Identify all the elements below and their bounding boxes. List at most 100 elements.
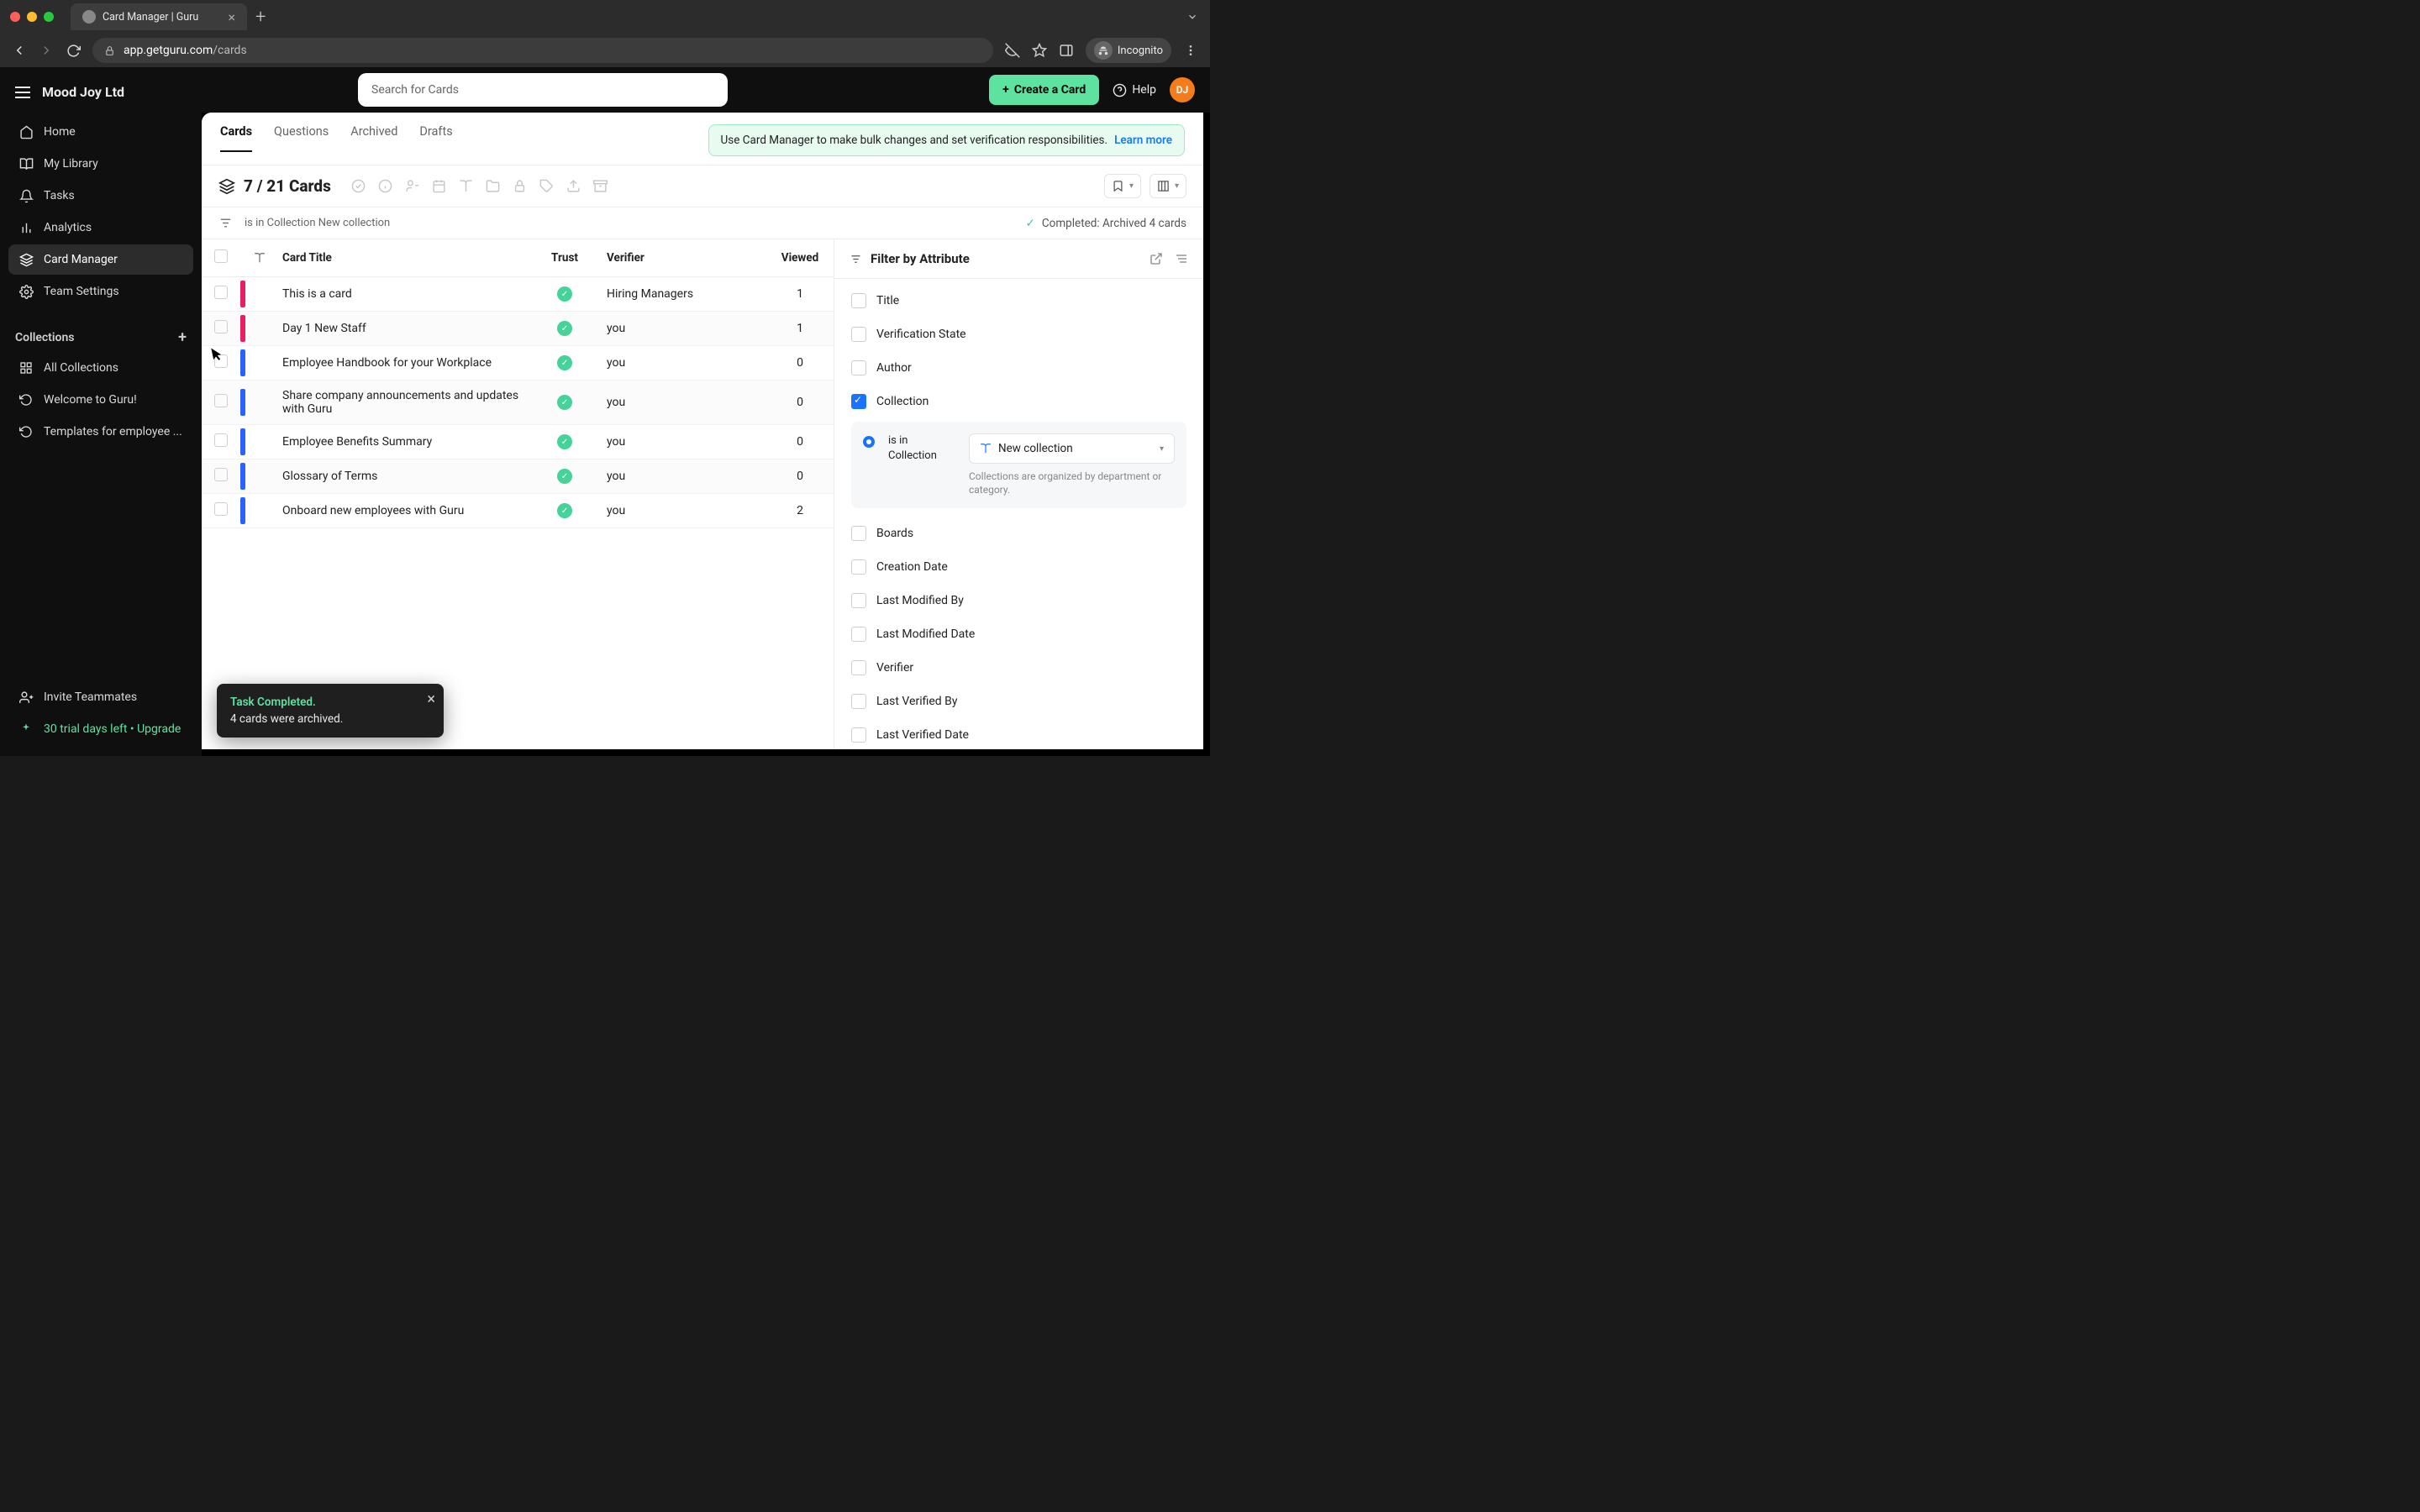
sidebar-item-my-library[interactable]: My Library (8, 149, 193, 179)
tab-cards[interactable]: Cards (220, 124, 252, 152)
checkbox[interactable] (851, 727, 866, 743)
columns-dropdown[interactable]: ▾ (1150, 174, 1186, 198)
org-name[interactable]: Mood Joy Ltd (42, 84, 124, 100)
card-title-cell[interactable]: This is a card (274, 277, 531, 312)
checkbox[interactable] (851, 360, 866, 375)
incognito-badge[interactable]: Incognito (1086, 38, 1171, 63)
checkbox[interactable] (851, 593, 866, 608)
table-row[interactable]: Share company announcements and updates … (202, 381, 834, 425)
upload-icon[interactable] (566, 179, 581, 194)
sidebar-item-all-collections[interactable]: All Collections (8, 353, 193, 383)
sidebar-item-welcome-guru[interactable]: Welcome to Guru! (8, 385, 193, 415)
row-checkbox[interactable] (202, 277, 240, 312)
card-title-cell[interactable]: Employee Benefits Summary (274, 425, 531, 459)
trust-header[interactable]: Trust (531, 239, 598, 277)
filter-attribute-boards[interactable]: Boards (838, 517, 1200, 550)
card-title-cell[interactable]: Share company announcements and updates … (274, 381, 531, 425)
row-checkbox[interactable] (202, 425, 240, 459)
filter-attribute-last-modified-date[interactable]: Last Modified Date (838, 617, 1200, 651)
forward-button[interactable] (39, 43, 54, 58)
reload-button[interactable] (66, 43, 81, 58)
checkbox[interactable] (851, 394, 866, 409)
window-controls[interactable] (10, 12, 54, 22)
info-icon[interactable] (378, 179, 393, 194)
tab-questions[interactable]: Questions (274, 124, 329, 152)
filter-attribute-author[interactable]: Author (838, 351, 1200, 385)
invite-teammates-button[interactable]: Invite Teammates (8, 682, 193, 712)
card-title-cell[interactable]: Employee Handbook for your Workplace (274, 346, 531, 381)
banner-learn-more-link[interactable]: Learn more (1114, 134, 1172, 147)
external-icon[interactable] (1150, 252, 1163, 265)
filter-attribute-verification-state[interactable]: Verification State (838, 318, 1200, 351)
checkbox[interactable] (851, 660, 866, 675)
select-all-checkbox[interactable] (202, 239, 240, 277)
kebab-menu-icon[interactable] (1183, 43, 1198, 58)
filter-attribute-verifier[interactable]: Verifier (838, 651, 1200, 685)
row-checkbox[interactable] (202, 494, 240, 528)
archive-icon[interactable] (593, 179, 608, 194)
filter-attribute-creation-date[interactable]: Creation Date (838, 550, 1200, 584)
create-card-button[interactable]: + Create a Card (989, 75, 1099, 105)
filter-attribute-last-modified-by[interactable]: Last Modified By (838, 584, 1200, 617)
collection-select[interactable]: New collection▾ (969, 433, 1175, 464)
sidebar-item-card-manager[interactable]: Card Manager (8, 244, 193, 275)
filter-attribute-title[interactable]: Title (838, 284, 1200, 318)
bookmark-dropdown[interactable]: ▾ (1104, 174, 1141, 198)
verifier-header[interactable]: Verifier (598, 239, 766, 277)
viewed-header[interactable]: Viewed (766, 239, 834, 277)
checkbox[interactable] (851, 627, 866, 642)
toast-close-button[interactable]: × (427, 690, 435, 708)
sidebar-item-templates[interactable]: Templates for employee ... (8, 417, 193, 447)
tab-overflow-icon[interactable] (1186, 11, 1198, 23)
filter-attribute-last-verified-by[interactable]: Last Verified By (838, 685, 1200, 718)
tab-drafts[interactable]: Drafts (419, 124, 452, 152)
row-checkbox[interactable] (202, 459, 240, 494)
avatar[interactable]: DJ (1170, 77, 1195, 102)
close-window-icon[interactable] (10, 12, 20, 22)
card-title-cell[interactable]: Day 1 New Staff (274, 312, 531, 346)
eye-off-icon[interactable] (1005, 43, 1020, 58)
checkbox[interactable] (851, 694, 866, 709)
browser-tab[interactable]: Card Manager | Guru × (71, 3, 247, 30)
checkbox[interactable] (851, 327, 866, 342)
filter-icon[interactable] (218, 216, 233, 230)
collapse-icon[interactable] (1175, 252, 1188, 265)
folder-icon[interactable] (486, 179, 501, 194)
sidebar-item-tasks[interactable]: Tasks (8, 181, 193, 211)
table-row[interactable]: Employee Handbook for your Workplace✓you… (202, 346, 834, 381)
trial-upgrade-button[interactable]: 30 trial days left • Upgrade (8, 714, 193, 744)
radio-is-in-collection[interactable] (863, 436, 875, 448)
check-circle-icon[interactable] (351, 179, 366, 194)
card-title-cell[interactable]: Glossary of Terms (274, 459, 531, 494)
add-collection-button[interactable]: + (178, 328, 187, 346)
row-checkbox[interactable] (202, 381, 240, 425)
checkbox[interactable] (851, 559, 866, 575)
sidebar-item-analytics[interactable]: Analytics (8, 213, 193, 243)
url-field[interactable]: app.getguru.com/cards (92, 38, 993, 63)
new-tab-button[interactable]: + (255, 7, 266, 28)
lock-icon[interactable] (513, 179, 528, 194)
star-icon[interactable] (1032, 43, 1047, 58)
card-title-header[interactable]: Card Title (274, 239, 531, 277)
table-row[interactable]: Day 1 New Staff✓you1 (202, 312, 834, 346)
hamburger-icon[interactable] (15, 87, 30, 98)
help-button[interactable]: Help (1113, 83, 1156, 97)
calendar-icon[interactable] (432, 179, 447, 194)
book-icon[interactable] (459, 179, 474, 194)
maximize-window-icon[interactable] (44, 12, 54, 22)
table-row[interactable]: Glossary of Terms✓you0 (202, 459, 834, 494)
close-tab-icon[interactable]: × (228, 9, 235, 25)
row-checkbox[interactable] (202, 312, 240, 346)
filter-attribute-last-verified-date[interactable]: Last Verified Date (838, 718, 1200, 749)
table-row[interactable]: Onboard new employees with Guru✓you2 (202, 494, 834, 528)
filter-chip-text[interactable]: is in Collection New collection (245, 217, 390, 229)
minimize-window-icon[interactable] (27, 12, 37, 22)
search-input[interactable]: Search for Cards (358, 73, 728, 107)
panel-icon[interactable] (1059, 43, 1074, 58)
tag-icon[interactable] (539, 179, 555, 194)
table-row[interactable]: This is a card✓Hiring Managers1 (202, 277, 834, 312)
back-button[interactable] (12, 43, 27, 58)
checkbox[interactable] (851, 293, 866, 308)
user-minus-icon[interactable] (405, 179, 420, 194)
filter-attribute-collection[interactable]: Collection (838, 385, 1200, 418)
